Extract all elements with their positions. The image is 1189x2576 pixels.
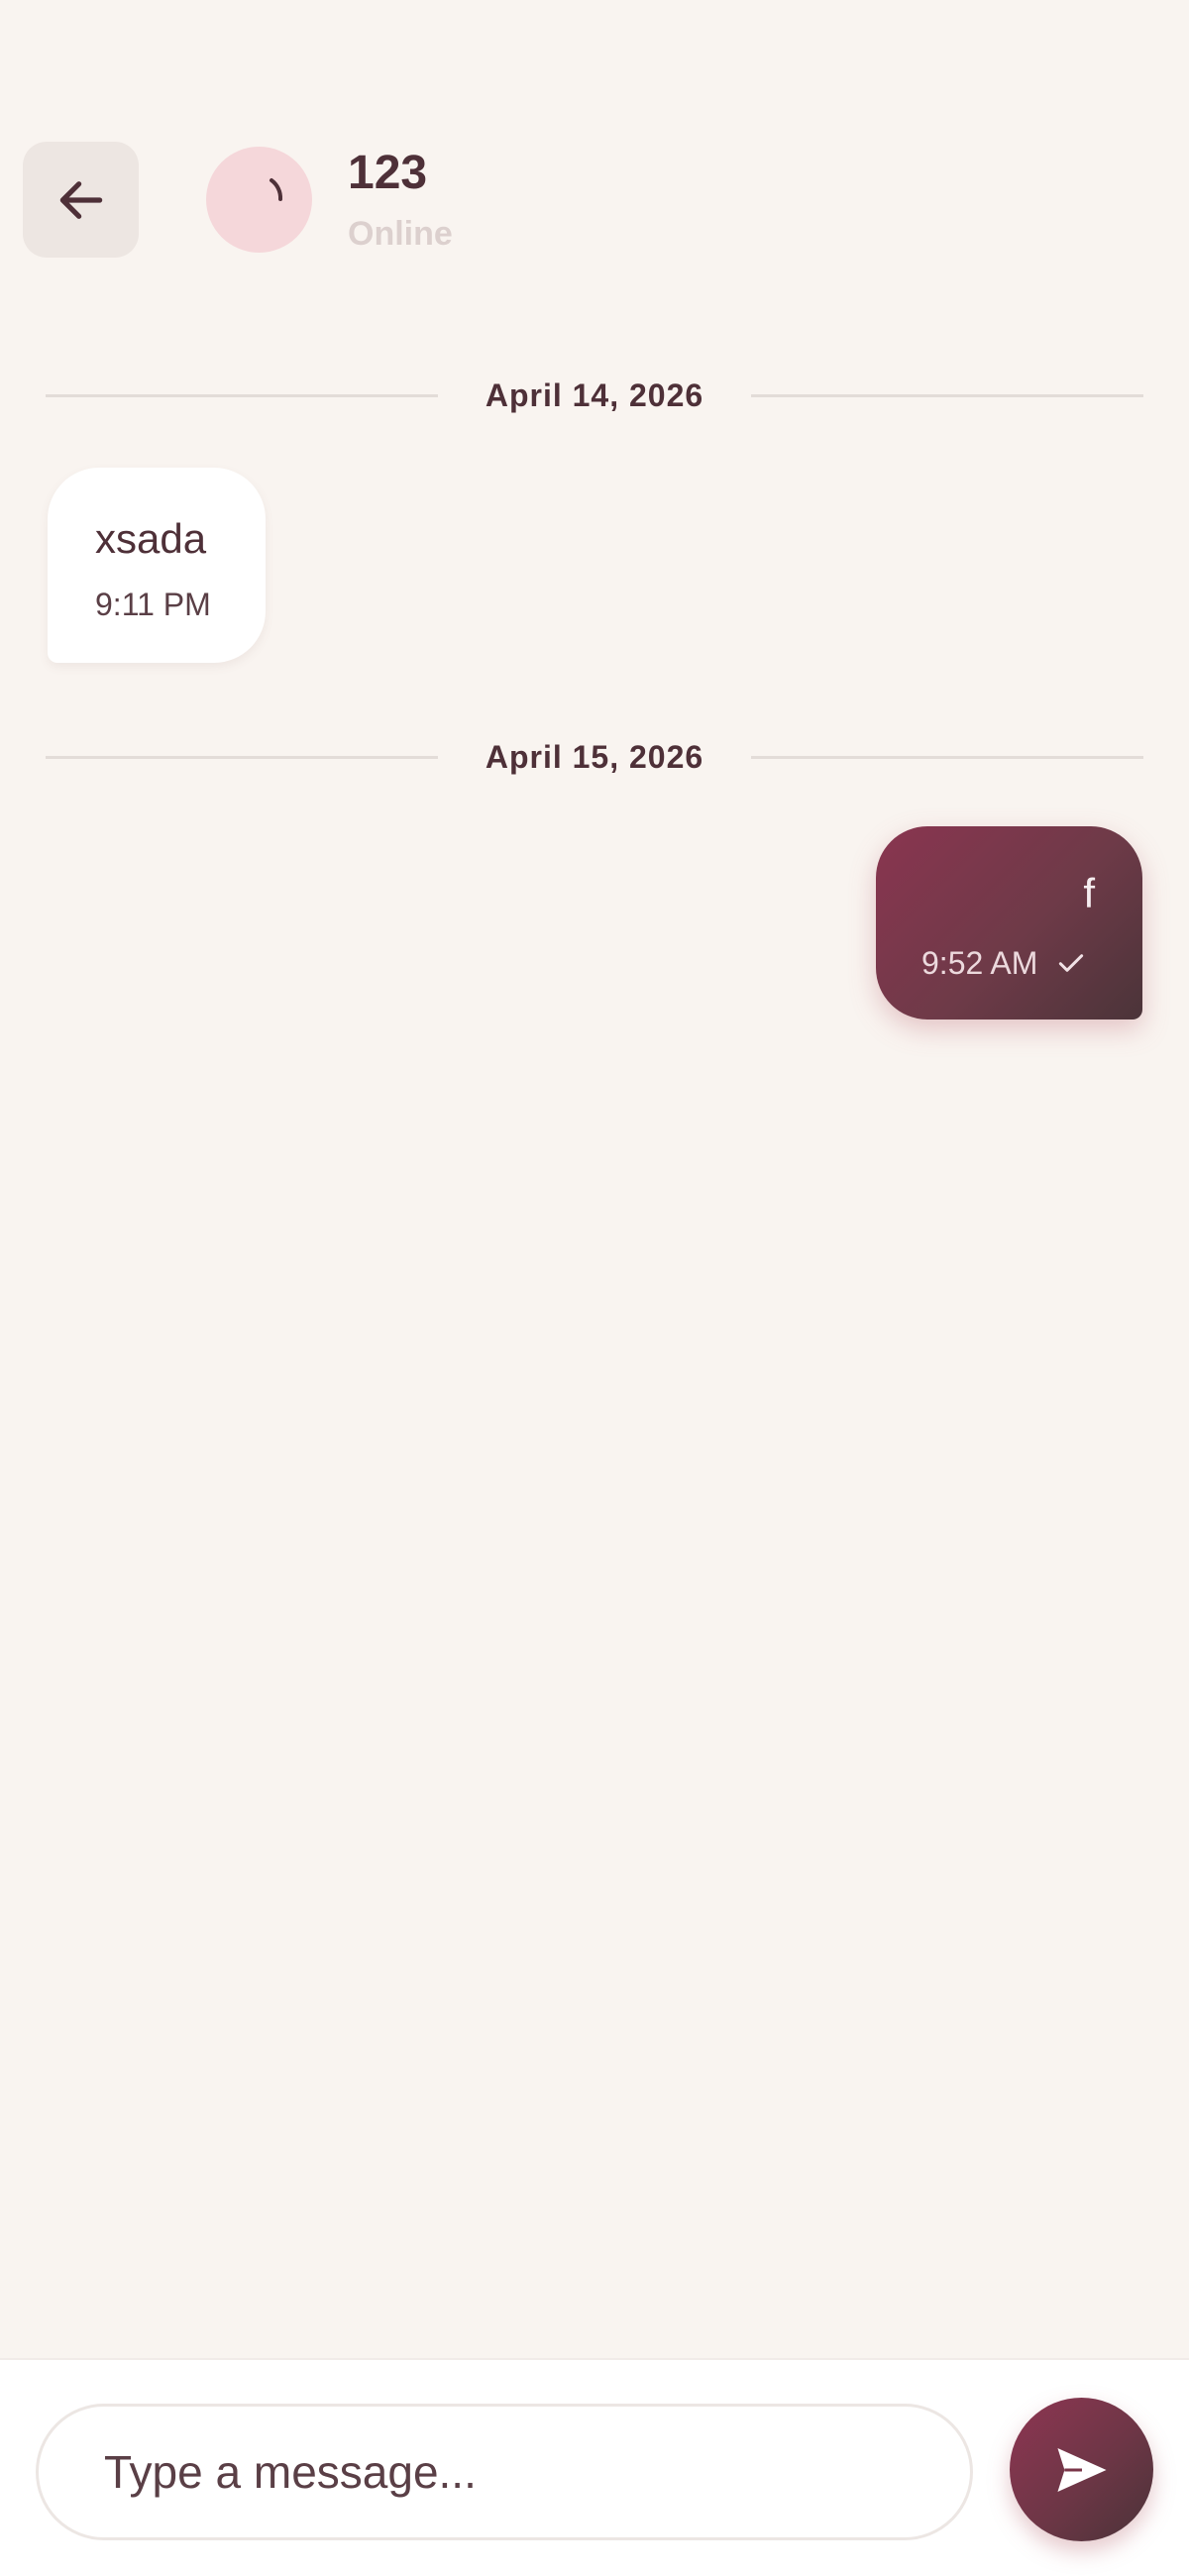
divider-line [46,755,438,759]
send-button[interactable] [1010,2398,1153,2541]
chat-screen: 123 Online April 14, 2026 xsada 9:11 PM … [0,0,1189,2576]
contact-name: 123 [348,147,428,199]
date-label: April 14, 2026 [485,376,704,413]
date-separator: April 15, 2026 [46,732,1143,782]
message-text: xsada [95,515,207,562]
divider-line [751,393,1143,397]
date-label: April 15, 2026 [485,738,704,775]
date-separator: April 14, 2026 [46,371,1143,420]
divider-line [46,393,438,397]
loading-spinner-icon [270,178,283,201]
outgoing-message-bubble[interactable]: f 9:52 AM [876,826,1142,1020]
divider-line [751,755,1143,759]
message-meta: 9:52 AM [921,943,1087,983]
check-icon [1059,954,1084,972]
back-button[interactable] [23,142,139,258]
message-time: 9:52 AM [921,945,1038,981]
message-text: f [1083,870,1095,916]
message-time: 9:11 PM [95,587,211,622]
arrow-left-icon [59,180,102,219]
message-composer [0,2358,1189,2576]
incoming-message-bubble[interactable]: xsada 9:11 PM [48,468,266,663]
contact-status: Online [348,215,453,253]
send-icon [1056,2447,1107,2492]
message-input[interactable] [36,2404,973,2540]
contact-avatar[interactable] [206,147,312,253]
